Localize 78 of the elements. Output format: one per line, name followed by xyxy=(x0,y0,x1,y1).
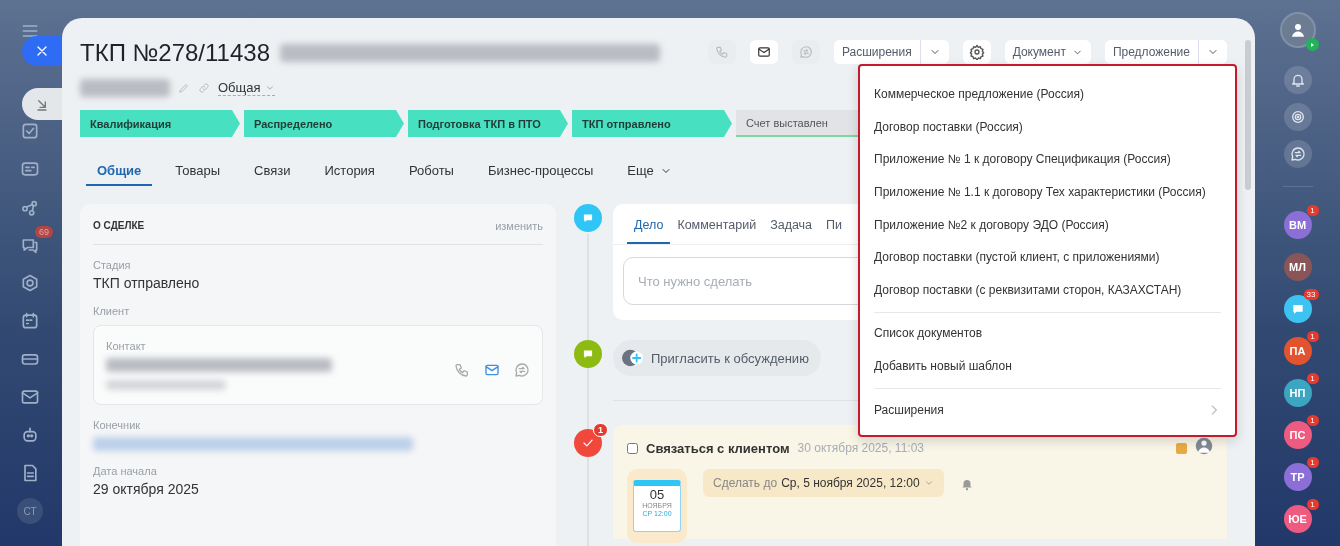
tab[interactable]: Товары xyxy=(164,157,232,186)
task-checkbox[interactable] xyxy=(627,442,638,454)
bell-icon[interactable] xyxy=(959,477,974,491)
email-button[interactable] xyxy=(749,40,778,64)
chat-icon[interactable] xyxy=(514,362,530,378)
notification-badge: 1 xyxy=(1306,331,1319,342)
calendar-icon[interactable] xyxy=(20,311,40,331)
avatar-icon[interactable] xyxy=(1279,12,1316,48)
task-title: Связаться с клиентом xyxy=(646,440,790,456)
call-icon[interactable] xyxy=(454,362,470,378)
avatar-icon[interactable] xyxy=(1195,437,1213,455)
tab[interactable]: Еще xyxy=(616,157,683,186)
tab[interactable]: Бизнес-процессы xyxy=(476,157,605,186)
field-label: Конечник xyxy=(93,419,142,431)
color-tag xyxy=(1176,442,1187,454)
bell-button[interactable] xyxy=(1283,66,1312,94)
tab[interactable]: Связи xyxy=(243,157,302,186)
hexagon-icon[interactable] xyxy=(20,273,40,293)
scrollbar[interactable] xyxy=(1245,40,1251,190)
tab[interactable]: Пи xyxy=(819,204,850,244)
minimize-button[interactable] xyxy=(22,88,62,120)
caret-icon[interactable] xyxy=(923,478,934,488)
robot-icon[interactable] xyxy=(20,425,40,445)
menu-item[interactable]: Коммерческое предложение (Россия) xyxy=(874,78,1221,111)
chat-button[interactable] xyxy=(1283,140,1312,168)
menu-item[interactable]: Приложение № 1 к договору Спецификация (Россия) xyxy=(874,143,1221,176)
notification-badge: 69 xyxy=(35,226,53,238)
notification-badge: 1 xyxy=(1306,205,1319,216)
checkbox-icon[interactable] xyxy=(20,121,40,141)
chat-avatar[interactable]: ВМ xyxy=(1283,211,1312,239)
mail-icon[interactable] xyxy=(756,45,771,59)
settings-icon[interactable] xyxy=(968,44,985,60)
field-label: Контакт xyxy=(106,340,147,352)
stage-step[interactable]: ТКП отправлено xyxy=(572,110,732,137)
stage-step[interactable]: Подготовка ТКП в ПТО xyxy=(408,110,568,137)
invite-button[interactable]: Пригласить к обсуждению xyxy=(613,340,821,376)
menu-item[interactable]: Расширения xyxy=(874,393,1221,426)
notification-badge: 33 xyxy=(1303,289,1319,300)
field-value: ТКП отправлено xyxy=(93,275,201,291)
category-dropdown[interactable]: Общая xyxy=(218,80,275,96)
tab[interactable]: Комментарий xyxy=(670,204,764,244)
notification-badge: 1 xyxy=(1306,457,1319,468)
settings-button[interactable] xyxy=(962,40,991,64)
stage-step[interactable]: Распределено xyxy=(244,110,404,137)
tab[interactable]: Общие xyxy=(86,157,153,186)
menu-item[interactable]: Приложение №2 к договору ЭДО (Россия) xyxy=(874,208,1221,241)
notification-badge: 1 xyxy=(1306,415,1319,426)
field-value: 29 октября 2025 xyxy=(93,481,200,497)
tab[interactable]: Роботы xyxy=(397,157,465,186)
notification-badge: 1 xyxy=(593,423,608,437)
field-label: Дата начала xyxy=(93,465,158,477)
notification-badge: 1 xyxy=(1306,373,1319,384)
stage-step[interactable]: Квалификация xyxy=(80,110,240,137)
menu-item[interactable]: Добавить новый шаблон xyxy=(874,349,1221,383)
menu-item[interactable]: Список документов xyxy=(874,317,1221,350)
field-label: Стадия xyxy=(93,259,132,271)
menu-item[interactable]: Договор поставки (пустой клиент, с приложениями) xyxy=(874,240,1221,274)
task-date: 30 октября 2025, 11:03 xyxy=(797,441,925,455)
tab[interactable]: Задача xyxy=(763,204,820,244)
document-button[interactable]: Документ xyxy=(1004,40,1091,64)
field-label: Клиент xyxy=(93,305,131,317)
menu-item[interactable]: Договор поставки (с реквизитами сторон, КАЗАХСТАН) xyxy=(874,273,1221,307)
tab[interactable]: История xyxy=(313,157,386,186)
contact-card-icon[interactable] xyxy=(20,159,40,179)
deal-title: ТКП №278/11438 xyxy=(80,39,270,67)
deadline-button[interactable]: Сделать до Ср, 5 ноября 2025, 12:00 xyxy=(703,469,944,497)
section-title: О СДЕЛКЕ xyxy=(93,220,145,232)
close-button[interactable] xyxy=(22,36,62,66)
chat-avatar[interactable]: ПА xyxy=(1283,337,1312,365)
bell-icon[interactable] xyxy=(1289,72,1306,88)
menu-item[interactable]: Приложение № 1.1 к договору Тех характеристики (Россия) xyxy=(874,175,1221,209)
chat-avatar[interactable]: МЛ xyxy=(1283,253,1312,281)
chat-avatar[interactable]: ТР xyxy=(1283,463,1312,491)
notification-badge: 1 xyxy=(1306,499,1319,510)
add-person-icon[interactable] xyxy=(621,347,645,369)
mail-icon[interactable] xyxy=(20,387,40,407)
group-chat-avatar[interactable] xyxy=(1283,295,1312,323)
tab[interactable]: Дело xyxy=(627,204,671,244)
